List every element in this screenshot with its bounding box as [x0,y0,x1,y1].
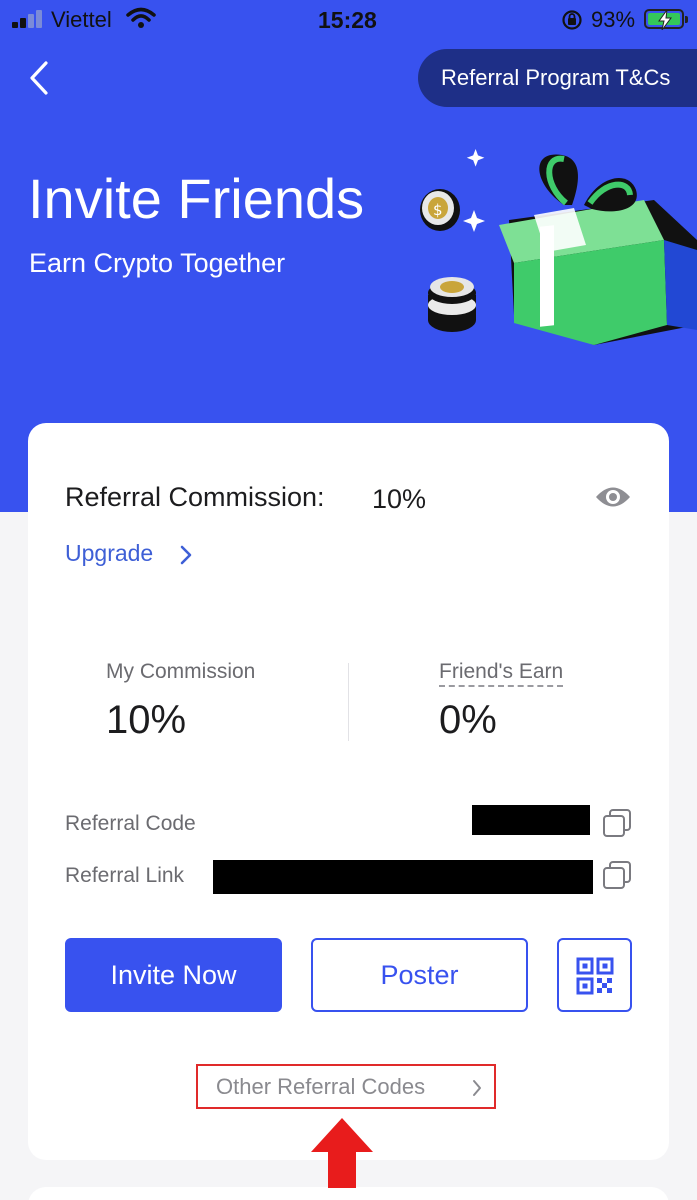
poster-button[interactable]: Poster [311,938,528,1012]
invite-now-button[interactable]: Invite Now [65,938,282,1012]
stat-divider [348,663,349,741]
battery-charging-icon [644,9,688,30]
chevron-right-icon[interactable] [178,544,194,566]
eye-icon[interactable] [594,484,632,510]
gift-box-illustration: $ [420,149,697,345]
back-button[interactable] [24,58,60,98]
copy-icon[interactable] [601,807,633,839]
referral-code-value [472,805,590,835]
copy-icon[interactable] [601,859,633,891]
referral-tcs-button[interactable]: Referral Program T&Cs [418,49,697,107]
referral-card: Referral Commission: 10% Upgrade My Comm… [28,423,669,1160]
friends-earn-value: 0% [439,698,497,742]
referral-code-label: Referral Code [65,812,196,835]
battery-percent: 93% [591,7,636,32]
rotation-lock-icon [562,10,582,30]
status-bar: Viettel 15:28 93% [0,0,697,40]
signal-icon [12,10,46,28]
my-commission-label: My Commission [106,660,256,683]
qr-code-icon [576,957,614,995]
svg-text:$: $ [433,201,443,219]
upgrade-link[interactable]: Upgrade [65,540,153,567]
other-referral-codes-label: Other Referral Codes [216,1074,426,1099]
secondary-card [28,1187,669,1200]
referral-link-value [213,860,593,894]
wifi-icon [126,7,156,28]
referral-commission-label: Referral Commission: [65,482,325,512]
page-subtitle: Earn Crypto Together [29,248,286,278]
chevron-right-icon [473,1080,481,1096]
carrier-name: Viettel [51,7,112,32]
referral-commission-value: 10% [372,484,427,514]
referral-link-label: Referral Link [65,864,185,887]
red-arrow-annotation [311,1118,373,1188]
qr-code-button[interactable] [557,938,632,1012]
page-title: Invite Friends [28,167,365,230]
status-time: 15:28 [318,7,377,33]
friends-earn-label[interactable]: Friend's Earn [439,660,564,687]
other-referral-codes-link[interactable]: Other Referral Codes [196,1064,496,1109]
my-commission-value: 10% [106,698,187,742]
